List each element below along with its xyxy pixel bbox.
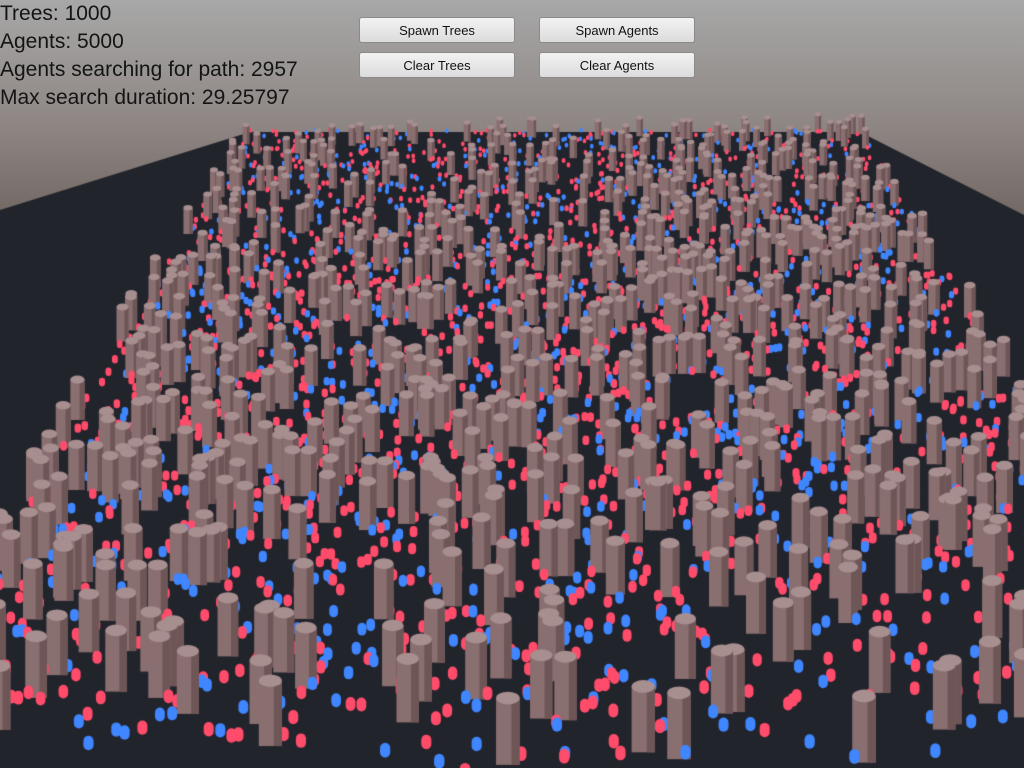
stats-overlay: Trees: 1000 Agents: 5000 Agents searchin… [0,0,298,112]
clear-agents-button[interactable]: Clear Agents [539,52,695,78]
max-search-duration-text: Max search duration: 29.25797 [0,86,290,109]
clear-trees-button[interactable]: Clear Trees [359,52,515,78]
searching-agents-text: Agents searching for path: 2957 [0,58,298,81]
agent-count-text: Agents: 5000 [0,30,124,53]
spawn-agents-button[interactable]: Spawn Agents [539,17,695,43]
tree-count-text: Trees: 1000 [0,2,112,25]
game-viewport[interactable] [0,0,1024,768]
spawn-trees-button[interactable]: Spawn Trees [359,17,515,43]
